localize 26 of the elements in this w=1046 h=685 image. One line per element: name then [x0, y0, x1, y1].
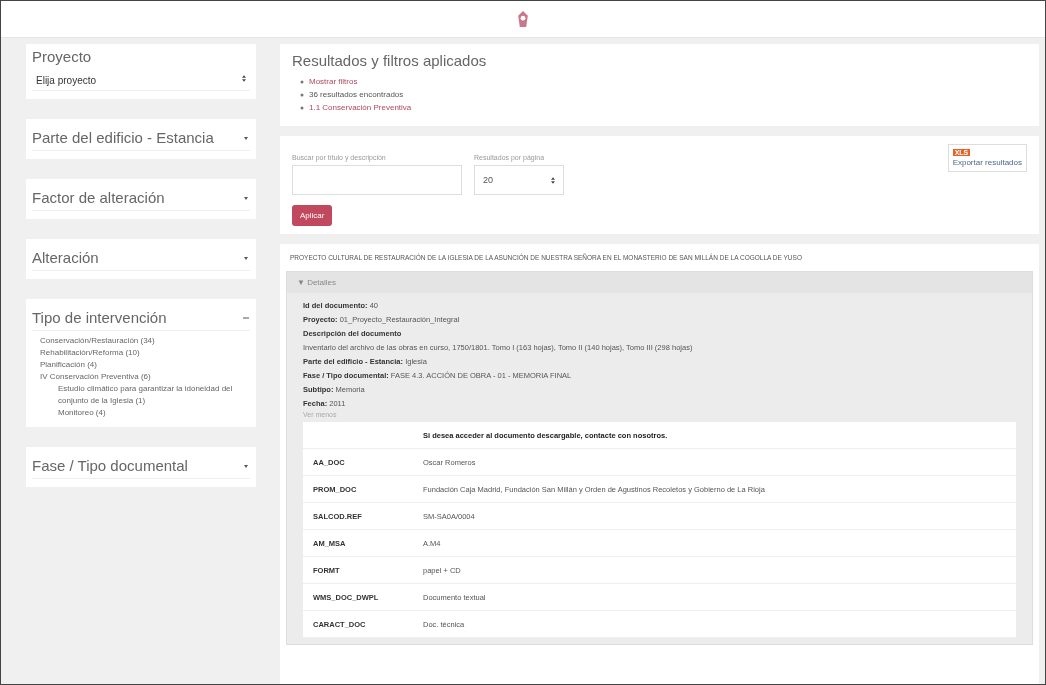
tree-item[interactable]: Planificación (4): [40, 359, 250, 371]
filter-link[interactable]: 1.1 Conservación Preventiva: [309, 101, 412, 114]
tree-item[interactable]: IV Conservación Preventiva (6): [40, 371, 250, 383]
results-title: Resultados y filtros aplicados: [292, 52, 488, 69]
tree-item[interactable]: Rehabilitación/Reforma (10): [40, 347, 250, 359]
filter-title[interactable]: Alteración: [32, 249, 99, 266]
tree-item[interactable]: Estudio climático para garantizar la idoneidad del conjunto de la Iglesia (1): [58, 383, 250, 407]
panel-title: Proyecto: [32, 48, 93, 65]
bullet-icon: [300, 79, 304, 84]
bullet-icon: [300, 92, 304, 97]
results-count: 36 resultados encontrados: [309, 89, 404, 101]
project-select[interactable]: Elija proyecto: [32, 71, 250, 91]
search-field[interactable]: [292, 165, 462, 195]
logo-icon: [515, 9, 531, 29]
filter-title[interactable]: Parte del edificio - Estancia: [32, 129, 214, 146]
bullet-icon: [300, 105, 304, 110]
filter-title[interactable]: Fase / Tipo documental: [32, 457, 188, 474]
filter-title[interactable]: Tipo de intervención: [32, 309, 167, 326]
tree-item[interactable]: Monitoreo (4): [58, 407, 250, 419]
tree-item[interactable]: Conservación/Restauración (34): [40, 335, 250, 347]
filter-title[interactable]: Factor de alteración: [32, 189, 165, 206]
apply-button[interactable]: Aplicar: [292, 205, 333, 226]
filter-link[interactable]: Mostrar filtros: [309, 75, 358, 88]
sort-arrows-icon: [551, 176, 555, 184]
sort-arrows-icon: [242, 75, 246, 82]
per-page-select[interactable]: 20: [474, 165, 564, 195]
